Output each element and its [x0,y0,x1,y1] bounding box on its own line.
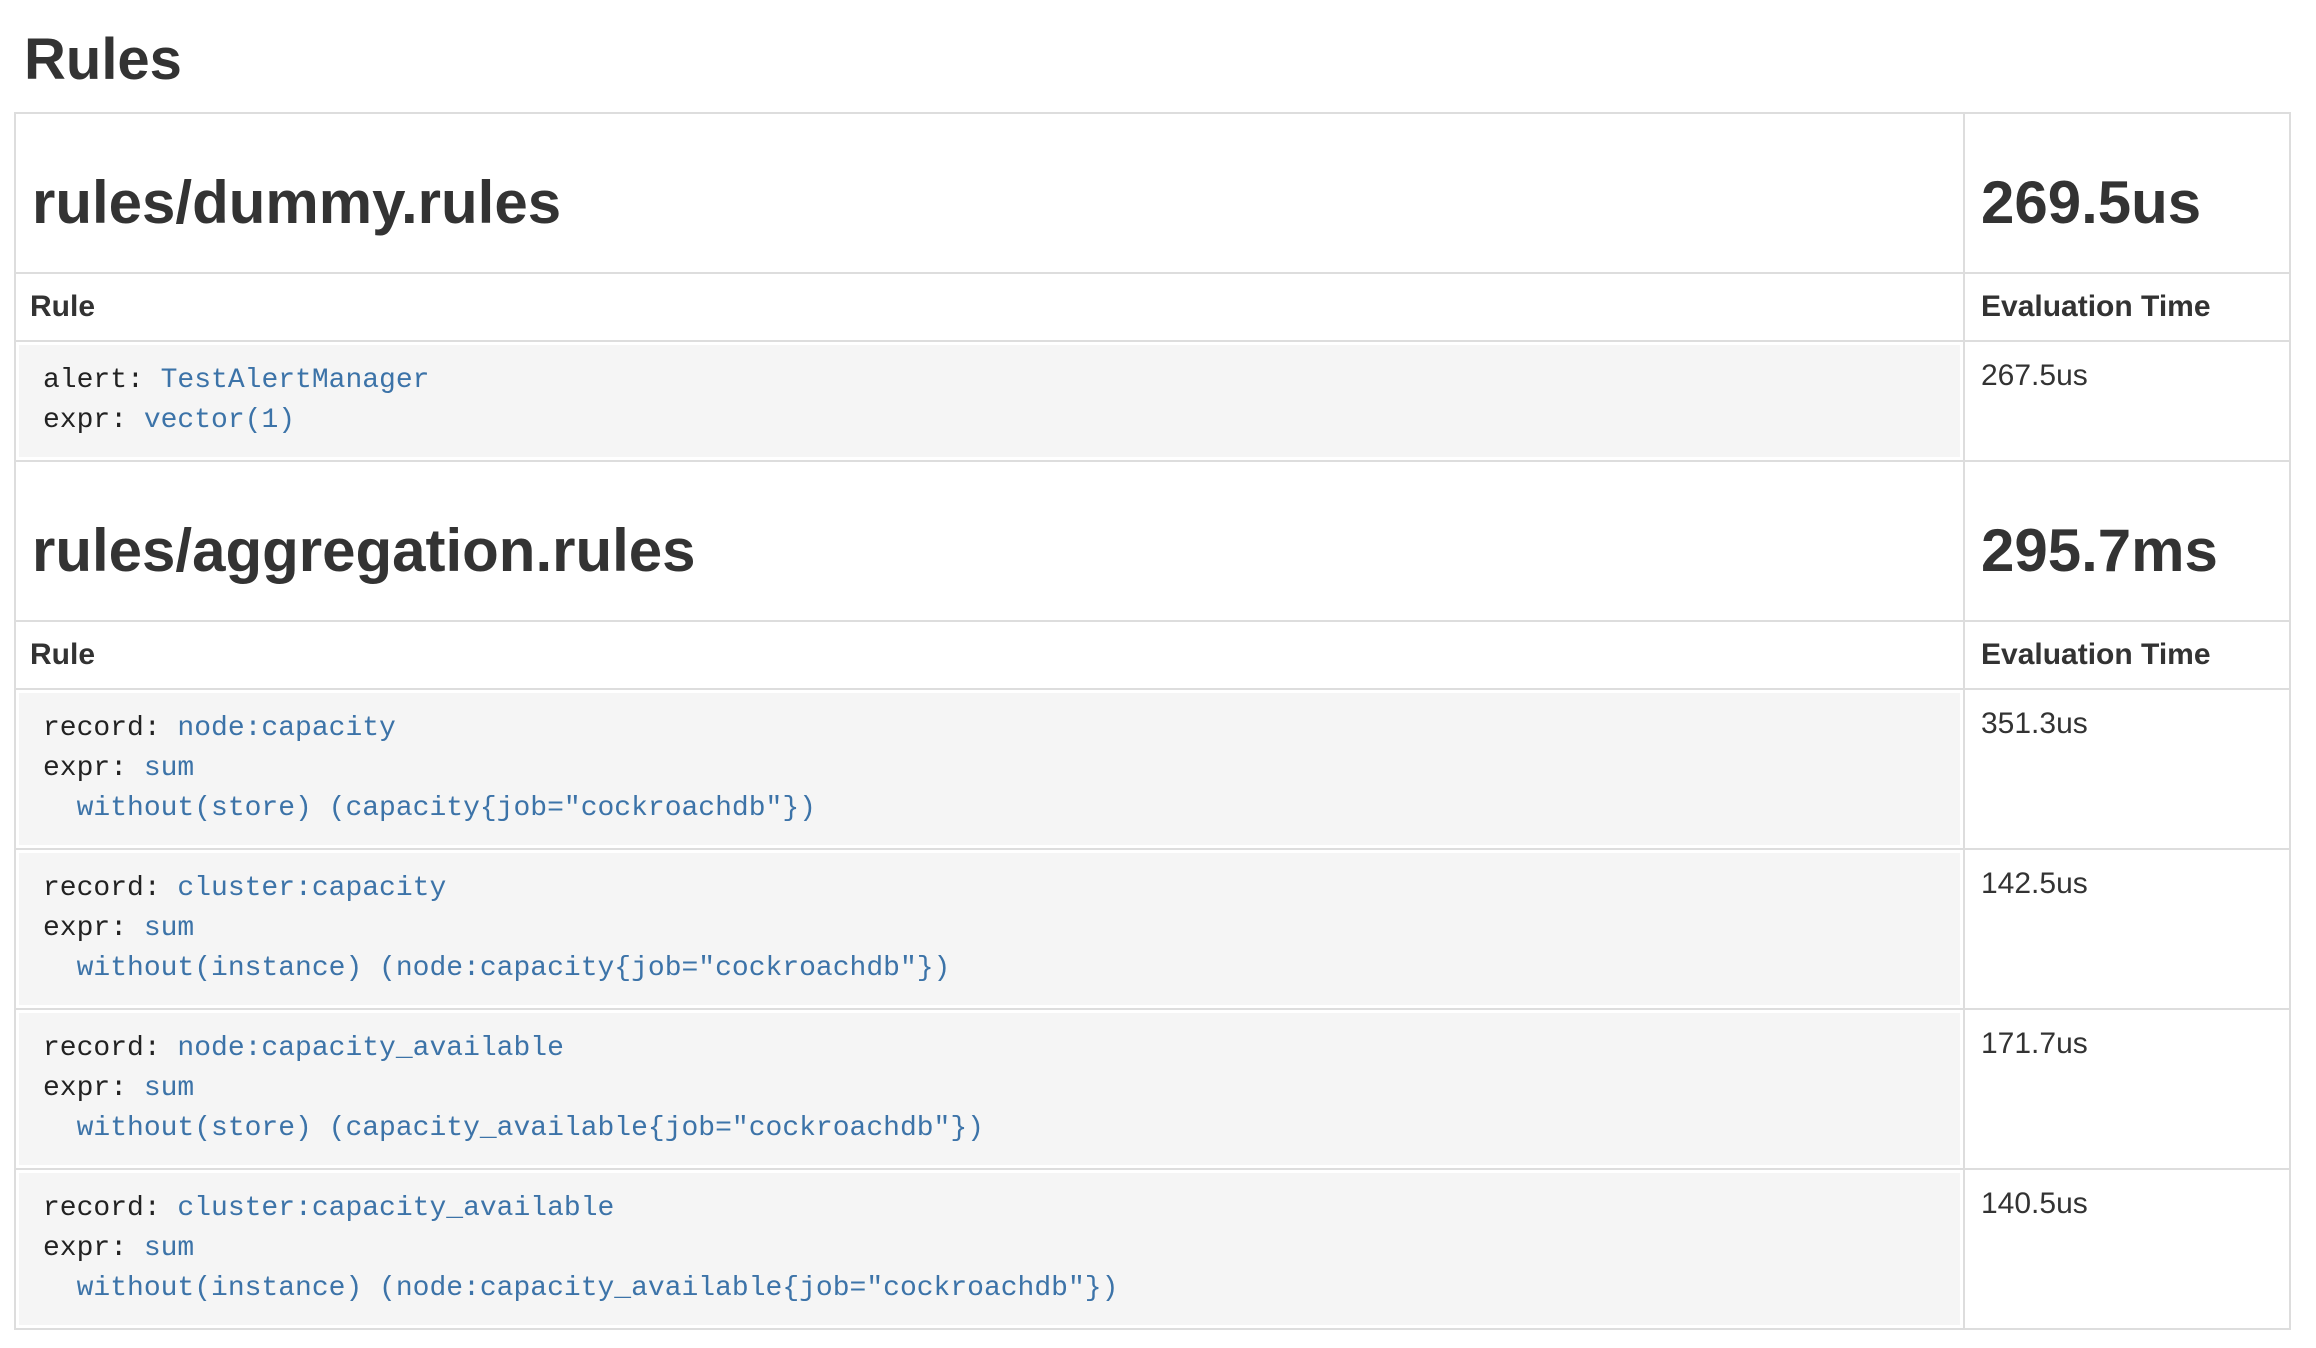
rule-eval-time: 267.5us [1981,359,2088,392]
rule-row: record: cluster:capacity_available expr:… [15,1169,2290,1329]
rule-eval-time-cell: 351.3us [1964,689,2290,849]
rule-eval-time-cell: 140.5us [1964,1169,2290,1329]
column-header-row: RuleEvaluation Time [15,621,2290,689]
evaluation-time-column-header: Evaluation Time [1964,621,2290,689]
evaluation-time-column-header: Evaluation Time [1964,273,2290,341]
rules-page: Rules rules/dummy.rules269.5usRuleEvalua… [0,26,2316,1330]
record-label: record: [43,873,177,904]
record-value-link[interactable]: cluster:capacity_available [177,1193,614,1224]
expr-label: expr: [43,913,144,944]
rule-definition-cell: record: node:capacity expr: sum without(… [15,689,1964,849]
rule-eval-time: 351.3us [1981,707,2088,740]
rule-group-header-row: rules/dummy.rules 269.5us [15,113,2290,273]
record-label: record: [43,713,177,744]
rule-row: record: node:capacity expr: sum without(… [15,689,2290,849]
rule-definition-cell: record: cluster:capacity_available expr:… [15,1169,1964,1329]
rule-group-file-name: rules/aggregation.rules [32,518,1947,584]
rule-group-eval-time-cell: 269.5us [1964,113,2290,273]
expr-value-link[interactable]: sum without(instance) (node:capacity{job… [43,913,950,984]
record-label: record: [43,1033,177,1064]
rule-group-file-cell: rules/aggregation.rules [15,461,1964,621]
rule-group-eval-time-cell: 295.7ms [1964,461,2290,621]
rule-row: alert: TestAlertManager expr: vector(1) 2… [15,341,2290,461]
rule-row: record: cluster:capacity expr: sum witho… [15,849,2290,1009]
rule-eval-time-cell: 171.7us [1964,1009,2290,1169]
rule-group-file-name: rules/dummy.rules [32,170,1947,236]
rule-column-header: Rule [15,621,1964,689]
column-header-row: RuleEvaluation Time [15,273,2290,341]
expr-value-link[interactable]: sum without(store) (capacity{job="cockro… [43,753,816,824]
rule-group-file-cell: rules/dummy.rules [15,113,1964,273]
rule-definition: record: cluster:capacity_available expr:… [19,1173,1960,1325]
rule-definition: record: node:capacity_available expr: su… [19,1013,1960,1165]
rule-row: record: node:capacity_available expr: su… [15,1009,2290,1169]
page-title: Rules [24,26,2291,94]
expr-value-link[interactable]: sum without(store) (capacity_available{j… [43,1073,984,1144]
record-value-link[interactable]: node:capacity_available [177,1033,563,1064]
rule-definition-cell: record: node:capacity_available expr: su… [15,1009,1964,1169]
rule-eval-time-cell: 142.5us [1964,849,2290,1009]
record-label: record: [43,1193,177,1224]
expr-value-link[interactable]: vector(1) [144,405,295,436]
rule-eval-time-cell: 267.5us [1964,341,2290,461]
alert-label: alert: [43,365,161,396]
record-value-link[interactable]: cluster:capacity [177,873,446,904]
rule-definition-cell: alert: TestAlertManager expr: vector(1) [15,341,1964,461]
rule-eval-time: 171.7us [1981,1027,2088,1060]
rule-definition: record: node:capacity expr: sum without(… [19,693,1960,845]
alert-value-link[interactable]: TestAlertManager [161,365,430,396]
expr-label: expr: [43,1233,144,1264]
rule-group-eval-time: 269.5us [1981,170,2273,236]
rule-definition-cell: record: cluster:capacity expr: sum witho… [15,849,1964,1009]
rule-group-header-row: rules/aggregation.rules 295.7ms [15,461,2290,621]
rules-table-body: rules/dummy.rules269.5usRuleEvaluation T… [15,113,2290,1329]
rule-column-header: Rule [15,273,1964,341]
record-value-link[interactable]: node:capacity [177,713,395,744]
rule-definition: alert: TestAlertManager expr: vector(1) [19,345,1960,457]
expr-label: expr: [43,753,144,784]
rule-definition: record: cluster:capacity expr: sum witho… [19,853,1960,1005]
expr-value-link[interactable]: sum without(instance) (node:capacity_ava… [43,1233,1118,1304]
rules-table: rules/dummy.rules269.5usRuleEvaluation T… [14,112,2291,1330]
rule-group-eval-time: 295.7ms [1981,518,2273,584]
expr-label: expr: [43,1073,144,1104]
rule-eval-time: 140.5us [1981,1187,2088,1220]
rule-eval-time: 142.5us [1981,867,2088,900]
expr-label: expr: [43,405,144,436]
